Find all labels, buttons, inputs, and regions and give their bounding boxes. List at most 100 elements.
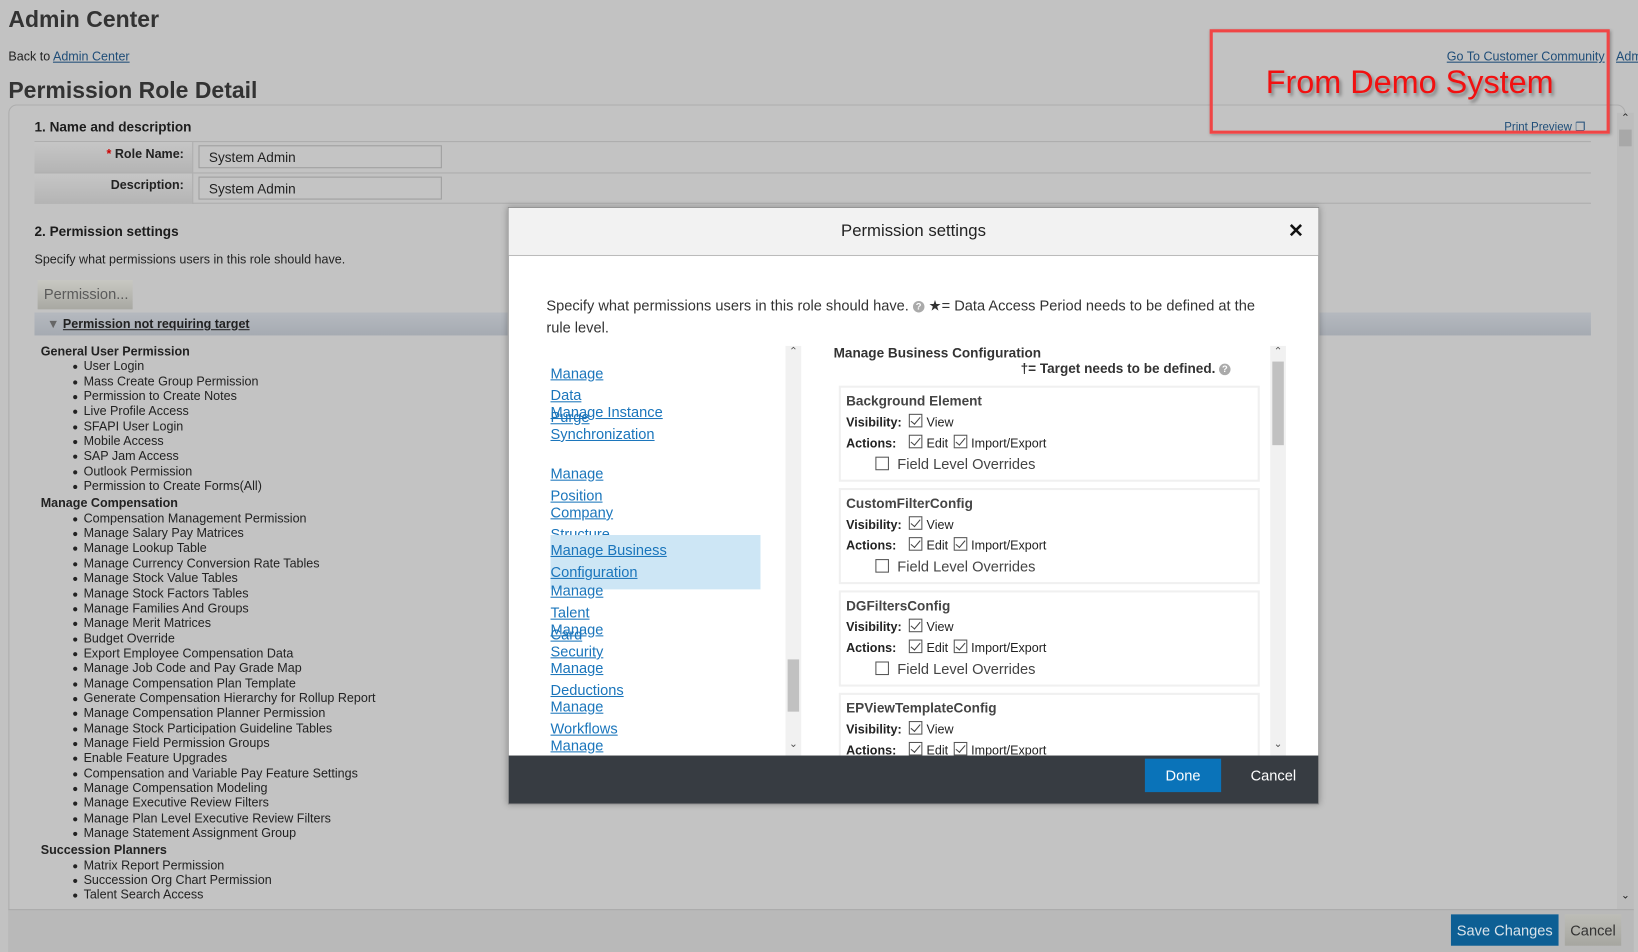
scroll-up-icon[interactable]: ⌃: [1270, 346, 1286, 357]
edit-checkbox[interactable]: [908, 537, 923, 551]
role-name-input[interactable]: System Admin: [198, 145, 442, 169]
permission-item: Matrix Report Permission: [72, 858, 375, 873]
view-label: View: [926, 722, 954, 737]
permission-item: Manage Plan Level Executive Review Filte…: [72, 811, 375, 826]
cards-scrollbar[interactable]: ⌃ ⌄: [1270, 345, 1286, 756]
done-button[interactable]: Done: [1144, 758, 1222, 793]
permission-group-title: General User Permission: [40, 343, 190, 359]
permission-group-title: Succession Planners: [40, 842, 167, 858]
actions-label: Actions:: [846, 640, 897, 656]
edit-checkbox[interactable]: [908, 639, 923, 654]
visibility-row: Visibility: View: [846, 413, 1258, 435]
edit-checkbox[interactable]: [908, 434, 923, 449]
permission-item: Manage Lookup Table: [72, 541, 375, 556]
view-checkbox[interactable]: [908, 721, 923, 735]
permission-cards: Background Element Visibility: View Actions…: [509, 385, 1303, 756]
permission-settings-dialog: Permission settings ✕ Specify what permi…: [507, 206, 1320, 805]
required-mark: *: [106, 146, 112, 161]
visibility-row: Visibility: View: [846, 721, 1258, 742]
field-overrides-row: Field Level Overrides: [846, 558, 1258, 575]
intro-text: Specify what permissions users in this r…: [546, 296, 909, 314]
permission-card: DGFiltersConfig Visibility: View Actions: Ed…: [838, 590, 1260, 687]
close-icon[interactable]: ✕: [1288, 220, 1304, 242]
field-overrides-checkbox[interactable]: [875, 559, 889, 573]
scroll-up-icon[interactable]: ⌃: [786, 346, 802, 357]
import-export-checkbox[interactable]: [953, 434, 967, 449]
page-footer: [8, 909, 1634, 952]
role-name-label-text: Role Name:: [114, 146, 184, 161]
view-checkbox[interactable]: [908, 516, 923, 530]
field-overrides-checkbox[interactable]: [875, 456, 889, 471]
dialog-footer: Done Cancel: [508, 755, 1319, 804]
permission-item: Permission to Create Notes: [72, 389, 375, 404]
permission-group-list: Compensation Management Permission Manage…: [72, 511, 376, 841]
permission-item: Export Employee Compensation Data: [72, 646, 375, 661]
visibility-label: Visibility:: [846, 722, 902, 737]
permission-card: CustomFilterConfig Visibility: View Actions…: [838, 488, 1260, 585]
import-export-checkbox[interactable]: [953, 741, 967, 756]
import-export-checkbox[interactable]: [953, 639, 967, 654]
permission-item: Manage Currency Conversion Rate Tables: [72, 556, 375, 571]
field-overrides-checkbox[interactable]: [875, 661, 889, 676]
visibility-label: Visibility:: [846, 619, 902, 635]
permission-item: Manage Merit Matrices: [72, 616, 375, 631]
dialog-header: Permission settings ✕: [508, 207, 1319, 257]
import-export-checkbox[interactable]: [953, 537, 967, 551]
field-overrides-row: Field Level Overrides: [846, 660, 1258, 677]
scroll-down-icon[interactable]: ⌄: [1617, 890, 1634, 901]
permission-item: Manage Statement Assignment Group: [72, 826, 375, 841]
save-changes-button[interactable]: Save Changes: [1450, 914, 1559, 946]
card-title: Background Element: [846, 392, 982, 409]
permission-item: Outlook Permission: [72, 464, 375, 479]
permission-item: Manage Salary Pay Matrices: [72, 526, 375, 541]
edit-label: Edit: [926, 435, 949, 451]
actions-row: Actions: Edit Import/Export: [846, 537, 1258, 558]
permission-item: SAP Jam Access: [72, 449, 375, 464]
page-scrollbar[interactable]: ⌃ ⌄: [1617, 112, 1634, 910]
permission-item: Manage Compensation Modeling: [72, 781, 375, 796]
field-overrides-label: Field Level Overrides: [897, 660, 1036, 678]
cancel-button[interactable]: Cancel: [1564, 914, 1622, 946]
scrollbar-thumb[interactable]: [1619, 129, 1632, 147]
actions-row: Actions: Edit Import/Export: [846, 639, 1258, 661]
permission-item: Mobile Access: [72, 434, 375, 449]
import-export-label: Import/Export: [971, 435, 1047, 451]
help-icon[interactable]: ?: [912, 300, 925, 313]
back-to-admin-center-link[interactable]: Admin Center: [53, 49, 130, 64]
visibility-row: Visibility: View: [846, 516, 1258, 537]
dialog-cancel-button[interactable]: Cancel: [1240, 759, 1307, 792]
permission-item: Live Profile Access: [72, 404, 375, 419]
annotation-box: From Demo System: [1209, 29, 1610, 134]
permission-item: Compensation and Variable Pay Feature Se…: [72, 766, 375, 781]
permission-item: SFAPI User Login: [72, 419, 375, 434]
target-note-text: †= Target needs to be defined.: [1020, 360, 1216, 377]
view-checkbox[interactable]: [908, 618, 923, 633]
import-export-label: Import/Export: [971, 640, 1047, 656]
view-label: View: [926, 619, 954, 635]
permission-item: Talent Search Access: [72, 888, 375, 903]
scroll-down-icon[interactable]: ⌄: [1270, 739, 1286, 750]
edit-checkbox[interactable]: [908, 741, 923, 756]
admin-link[interactable]: Adm: [1616, 49, 1638, 64]
page: Admin Center Back to Admin Center Go To …: [0, 0, 1638, 952]
field-overrides-label: Field Level Overrides: [897, 455, 1036, 473]
cards-scrollbar-thumb[interactable]: [1272, 361, 1284, 446]
view-label: View: [926, 414, 954, 430]
perm-section-description: Specify what permissions users in this r…: [34, 251, 346, 267]
permission-item: Generate Compensation Hierarchy for Roll…: [72, 691, 376, 706]
permission-list: General User Permission User Login Mass Cr…: [41, 342, 376, 903]
permission-button[interactable]: Permission...: [37, 280, 133, 310]
role-name-row: * Role Name: System Admin: [34, 141, 1591, 173]
scroll-up-icon[interactable]: ⌃: [1617, 113, 1634, 124]
section-title: Manage Business Configuration: [833, 344, 1042, 361]
permission-card: EPViewTemplateConfig Visibility: View Actio…: [838, 692, 1260, 756]
import-export-label: Import/Export: [971, 742, 1047, 756]
description-input[interactable]: System Admin: [198, 176, 442, 200]
permission-item: Manage Stock Participation Guideline Tab…: [72, 721, 375, 736]
role-name-label: * Role Name:: [34, 142, 194, 173]
field-overrides-row: Field Level Overrides: [846, 455, 1258, 473]
name-section-title: 1. Name and description: [34, 119, 192, 135]
view-checkbox[interactable]: [908, 413, 923, 428]
help-icon[interactable]: ?: [1219, 363, 1231, 376]
view-label: View: [926, 517, 954, 532]
